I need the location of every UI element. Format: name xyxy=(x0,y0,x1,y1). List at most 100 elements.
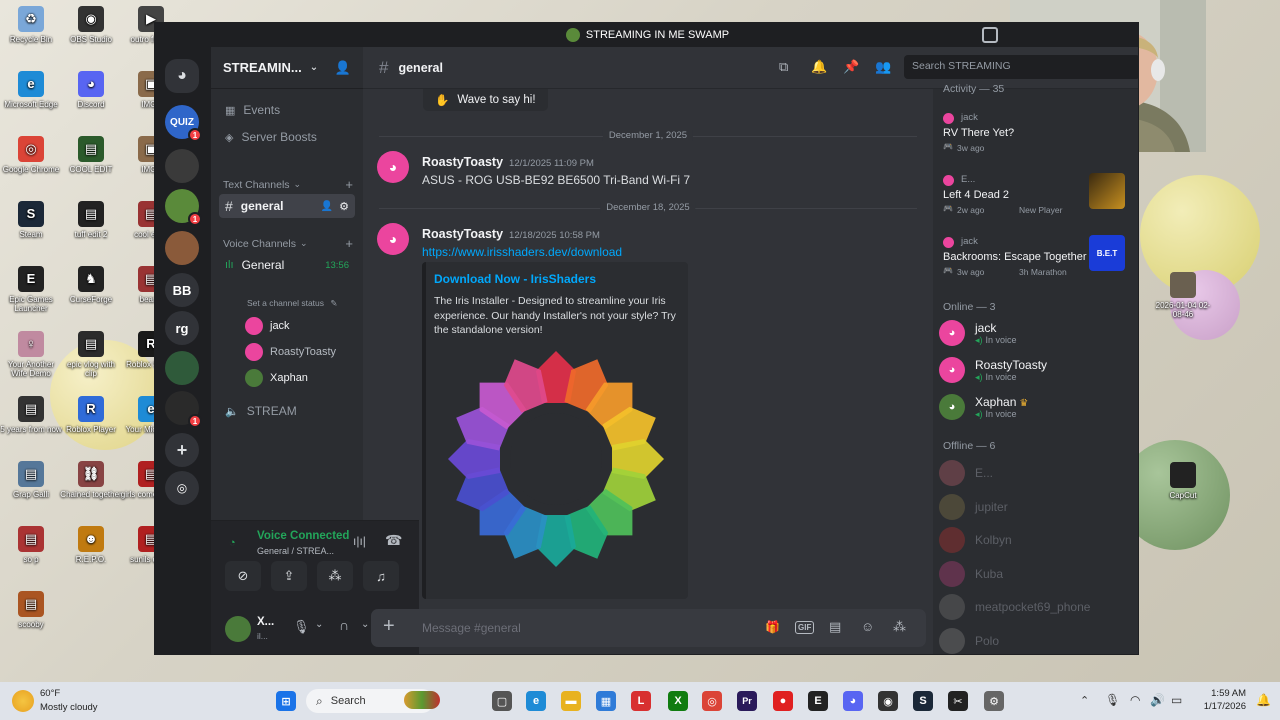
add-server-button[interactable]: + xyxy=(165,433,199,467)
member-item[interactable]: Kolbyn xyxy=(939,522,1134,558)
member-item[interactable]: Polo xyxy=(939,623,1134,655)
settings-icon[interactable]: ⚙ xyxy=(984,691,1004,711)
iris-logo-image[interactable] xyxy=(426,339,686,599)
voice-user[interactable]: jack xyxy=(245,315,290,337)
windows-start-icon[interactable]: ⊞ xyxy=(276,691,296,711)
steam-icon[interactable]: S xyxy=(913,691,933,711)
discord-icon[interactable]: ◕ xyxy=(843,691,863,711)
message-composer[interactable]: + Message #general 🎁 GIF ▤ ☺ ⁂ xyxy=(371,609,926,647)
desktop-icon[interactable]: e Microsoft Edge xyxy=(0,71,62,109)
member-item[interactable]: E... xyxy=(939,455,1134,491)
desktop-icon[interactable]: ♻ Recycle Bin xyxy=(0,6,62,44)
desktop-icon[interactable]: ▤ COOL EDIT xyxy=(60,136,122,174)
threads-icon[interactable]: ⧉ xyxy=(779,59,788,75)
obs-icon[interactable]: ◉ xyxy=(878,691,898,711)
gift-icon[interactable]: 🎁 xyxy=(765,620,780,634)
desktop-icon[interactable]: ▤ so p xyxy=(0,526,62,564)
wave-button[interactable]: ✋ Wave to say hi! xyxy=(423,89,548,111)
voice-location[interactable]: General / STREA... xyxy=(257,546,334,556)
message-author[interactable]: RoastyToasty 12/18/2025 10:58 PM xyxy=(422,227,600,241)
server-icon[interactable]: QUIZ 1 xyxy=(165,105,202,142)
xbox-icon[interactable]: X xyxy=(668,691,688,711)
gif-icon[interactable]: GIF xyxy=(795,621,815,634)
desktop-icon[interactable]: ◕ Discord xyxy=(60,71,122,109)
edge-icon[interactable]: e xyxy=(526,691,546,711)
channel-general[interactable]: # general 👤 ⚙ xyxy=(219,194,355,218)
desktop-icon[interactable]: ♞ CurseForge xyxy=(60,266,122,304)
activity-card[interactable]: E... Left 4 Dead 2 🎮 2w ago New Player xyxy=(937,169,1133,225)
server-icon[interactable] xyxy=(165,231,199,265)
desktop-icon[interactable]: ◉ OBS Studio xyxy=(60,6,122,44)
invite-icon[interactable]: 👤 xyxy=(335,60,351,76)
bell-icon[interactable]: 🔔 xyxy=(811,59,827,75)
notification-bell-icon[interactable]: 🔔 xyxy=(1256,693,1271,707)
member-item[interactable]: Kuba xyxy=(939,556,1134,592)
capcut-icon[interactable]: ✂ xyxy=(948,691,968,711)
gear-icon[interactable]: ⚙ xyxy=(339,200,349,213)
microphone-icon[interactable]: 🎙 xyxy=(1105,693,1120,707)
activity-card[interactable]: jack RV There Yet? 🎮 3w ago xyxy=(937,107,1133,163)
voice-channels-category[interactable]: Voice Channels ⌄ + xyxy=(223,236,353,251)
avatar[interactable]: ◕ xyxy=(377,223,409,255)
desktop-icon[interactable]: CapCut xyxy=(1152,462,1214,500)
member-item[interactable]: ◕ jack ◂) In voice xyxy=(939,315,1134,351)
voice-status[interactable]: Voice Connected xyxy=(257,530,349,542)
chrome-icon[interactable]: ◎ xyxy=(702,691,722,711)
desktop-icon[interactable]: ▤ tuff edit 2 xyxy=(60,201,122,239)
task-view-icon[interactable]: ▢ xyxy=(492,691,512,711)
desktop-icon[interactable]: ▤ epic vlog with clip xyxy=(60,331,122,378)
activities-button[interactable]: ⁂ xyxy=(317,561,353,591)
activity-card[interactable]: jack Backrooms: Escape Together 🎮 3w ago 3h … xyxy=(937,231,1133,287)
sidebar-item-events[interactable]: ▦ Events xyxy=(219,98,355,122)
desktop-icon[interactable]: ☻ R.E.P.O. xyxy=(60,526,122,564)
emoji-icon[interactable]: ☺ xyxy=(861,619,874,634)
search-input[interactable]: Search STREAMING xyxy=(904,55,1138,79)
member-item[interactable]: jupiter xyxy=(939,489,1134,525)
camera-off-button[interactable]: ⊘ xyxy=(225,561,261,591)
voice-channel-general[interactable]: ılı General 13:56 xyxy=(219,253,355,277)
sidebar-item-server-boosts[interactable]: ◈ Server Boosts xyxy=(219,125,355,149)
member-item[interactable]: ◕ Xaphan ♛ ◂) In voice xyxy=(939,389,1134,425)
desktop-icon[interactable]: ◎ Google Chrome xyxy=(0,136,62,174)
server-icon[interactable]: rg xyxy=(165,311,199,345)
add-member-icon[interactable]: 👤 xyxy=(321,201,333,212)
desktop-icon[interactable]: R Roblox Player xyxy=(60,396,122,434)
apps-icon[interactable]: ⁂ xyxy=(893,619,906,635)
member-item[interactable]: ◕ RoastyToasty ◂) In voice xyxy=(939,352,1134,388)
screen-share-button[interactable]: ⇪ xyxy=(271,561,307,591)
clock[interactable]: 1:59 AM 1/17/2026 xyxy=(1196,688,1246,712)
headphones-icon[interactable]: ∩ xyxy=(339,617,349,633)
wifi-icon[interactable]: ◠ xyxy=(1130,693,1140,707)
server-icon[interactable]: 1 xyxy=(165,189,202,226)
embed-title[interactable]: Download Now - IrisShaders xyxy=(434,272,596,286)
chevron-down-icon[interactable]: ⌄ xyxy=(361,619,369,630)
voice-user[interactable]: Xaphan xyxy=(245,367,308,389)
store-icon[interactable]: ▦ xyxy=(596,691,616,711)
tray-chevron-icon[interactable]: ⌃ xyxy=(1080,694,1089,707)
premiere-icon[interactable]: Pr xyxy=(737,691,757,711)
epic-icon[interactable]: E xyxy=(808,691,828,711)
server-icon[interactable] xyxy=(165,351,199,385)
discover-button[interactable]: ◎ xyxy=(165,471,199,505)
message-link[interactable]: https://www.irisshaders.dev/download xyxy=(422,245,622,259)
message-author[interactable]: RoastyToasty 12/1/2025 11:09 PM xyxy=(422,155,594,169)
red-app-icon[interactable]: ● xyxy=(773,691,793,711)
volume-icon[interactable]: 🔊 xyxy=(1150,693,1165,707)
avatar[interactable]: ◕ xyxy=(377,151,409,183)
chevron-down-icon[interactable]: ⌄ xyxy=(315,619,323,630)
desktop-icon[interactable]: S Steam xyxy=(0,201,62,239)
message-input[interactable]: Message #general xyxy=(422,621,521,635)
server-icon[interactable] xyxy=(165,149,199,183)
text-channels-category[interactable]: Text Channels ⌄ + xyxy=(223,177,353,192)
direct-messages-button[interactable]: ◕ xyxy=(165,59,199,93)
voice-channel-stream[interactable]: 🔈 STREAM xyxy=(219,399,355,423)
add-channel-icon[interactable]: + xyxy=(345,236,353,251)
desktop-icon[interactable]: E Epic Games Launcher xyxy=(0,266,62,313)
sticker-icon[interactable]: ▤ xyxy=(829,619,841,635)
user-name[interactable]: X... xyxy=(257,616,274,628)
server-header[interactable]: STREAMIN... ⌄ 👤 xyxy=(211,47,363,89)
desktop-icon[interactable]: ⛓ Chained together xyxy=(60,461,122,499)
avatar[interactable] xyxy=(225,616,251,642)
weather-widget[interactable]: 60°F Mostly cloudy xyxy=(12,687,112,715)
member-item[interactable]: meatpocket69_phone xyxy=(939,589,1134,625)
